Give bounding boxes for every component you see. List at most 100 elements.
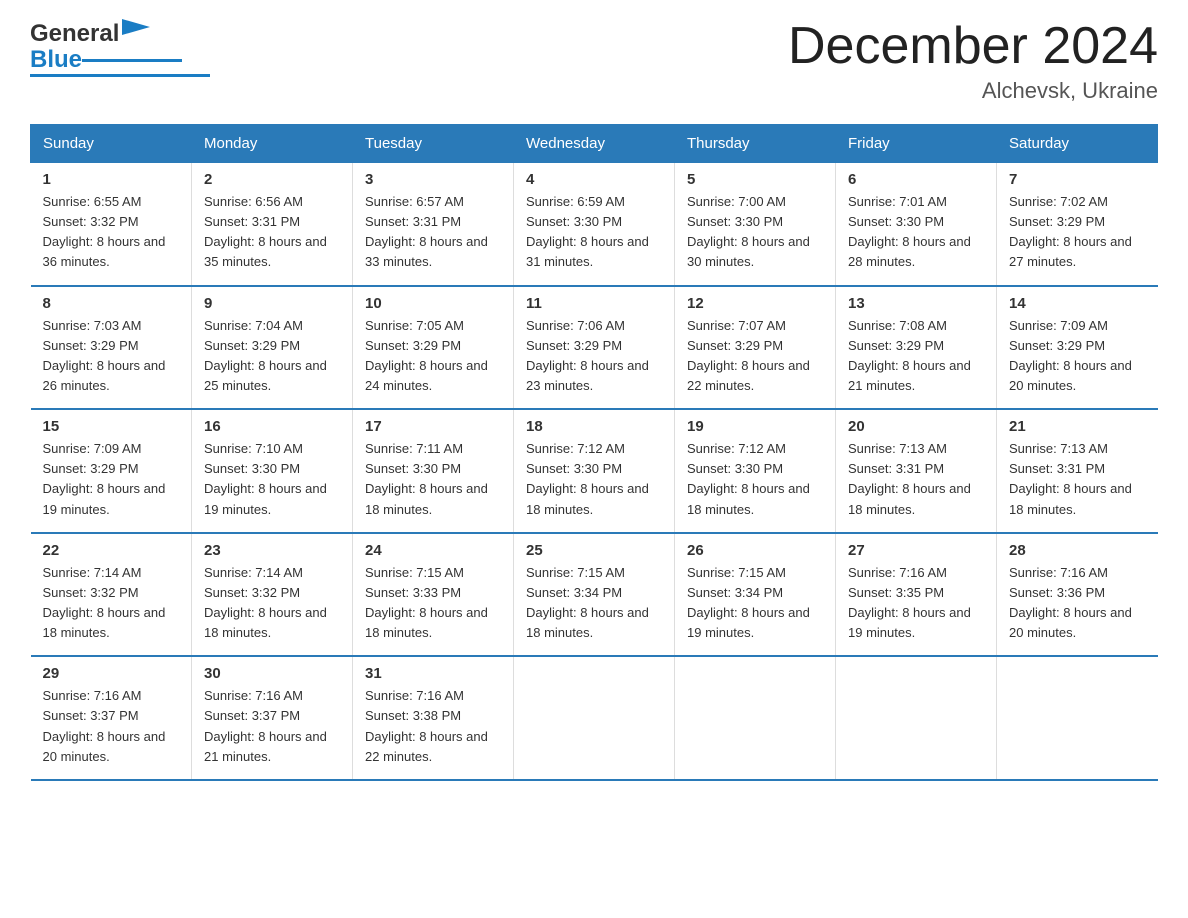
calendar-day-cell: 18 Sunrise: 7:12 AMSunset: 3:30 PMDayligh… (514, 409, 675, 533)
calendar-day-cell: 22 Sunrise: 7:14 AMSunset: 3:32 PMDayligh… (31, 533, 192, 657)
day-info: Sunrise: 7:16 AMSunset: 3:36 PMDaylight:… (1009, 563, 1146, 644)
day-number: 26 (687, 542, 823, 559)
calendar-day-cell: 1 Sunrise: 6:55 AMSunset: 3:32 PMDaylight… (31, 163, 192, 286)
calendar-day-cell: 23 Sunrise: 7:14 AMSunset: 3:32 PMDayligh… (192, 533, 353, 657)
calendar-day-cell (514, 656, 675, 780)
day-info: Sunrise: 6:56 AMSunset: 3:31 PMDaylight:… (204, 192, 340, 273)
logo-blue-text: Blue (30, 46, 82, 74)
day-info: Sunrise: 7:06 AMSunset: 3:29 PMDaylight:… (526, 316, 662, 397)
calendar-day-cell: 28 Sunrise: 7:16 AMSunset: 3:36 PMDayligh… (997, 533, 1158, 657)
calendar-day-cell: 25 Sunrise: 7:15 AMSunset: 3:34 PMDayligh… (514, 533, 675, 657)
calendar-day-cell: 8Sunrise: 7:03 AMSunset: 3:29 PMDaylight… (31, 286, 192, 410)
calendar-day-cell: 14Sunrise: 7:09 AMSunset: 3:29 PMDayligh… (997, 286, 1158, 410)
day-of-week-header: Sunday (31, 125, 192, 163)
calendar-day-cell: 19 Sunrise: 7:12 AMSunset: 3:30 PMDayligh… (675, 409, 836, 533)
day-info: Sunrise: 7:12 AMSunset: 3:30 PMDaylight:… (526, 439, 662, 520)
day-of-week-header: Friday (836, 125, 997, 163)
calendar-day-cell: 24Sunrise: 7:15 AMSunset: 3:33 PMDayligh… (353, 533, 514, 657)
day-number: 3 (365, 171, 501, 188)
day-number: 23 (204, 542, 340, 559)
calendar-day-cell: 21Sunrise: 7:13 AMSunset: 3:31 PMDayligh… (997, 409, 1158, 533)
day-info: Sunrise: 7:00 AMSunset: 3:30 PMDaylight:… (687, 192, 823, 273)
day-number: 17 (365, 418, 501, 435)
day-info: Sunrise: 7:03 AMSunset: 3:29 PMDaylight:… (43, 316, 180, 397)
day-of-week-header: Thursday (675, 125, 836, 163)
day-info: Sunrise: 7:16 AMSunset: 3:37 PMDaylight:… (204, 686, 340, 767)
day-info: Sunrise: 7:16 AMSunset: 3:38 PMDaylight:… (365, 686, 501, 767)
calendar-day-cell: 13 Sunrise: 7:08 AMSunset: 3:29 PMDayligh… (836, 286, 997, 410)
calendar-day-cell: 30 Sunrise: 7:16 AMSunset: 3:37 PMDayligh… (192, 656, 353, 780)
day-info: Sunrise: 7:01 AMSunset: 3:30 PMDaylight:… (848, 192, 984, 273)
day-number: 22 (43, 542, 180, 559)
calendar-week-row: 15 Sunrise: 7:09 AMSunset: 3:29 PMDayligh… (31, 409, 1158, 533)
day-number: 20 (848, 418, 984, 435)
calendar-day-cell: 7 Sunrise: 7:02 AMSunset: 3:29 PMDaylight… (997, 163, 1158, 286)
day-of-week-header: Monday (192, 125, 353, 163)
day-number: 4 (526, 171, 662, 188)
month-title: December 2024 (788, 20, 1158, 72)
calendar-week-row: 22 Sunrise: 7:14 AMSunset: 3:32 PMDayligh… (31, 533, 1158, 657)
calendar-week-row: 8Sunrise: 7:03 AMSunset: 3:29 PMDaylight… (31, 286, 1158, 410)
day-info: Sunrise: 7:02 AMSunset: 3:29 PMDaylight:… (1009, 192, 1146, 273)
day-number: 25 (526, 542, 662, 559)
logo: General Blue (30, 20, 210, 77)
day-number: 2 (204, 171, 340, 188)
day-info: Sunrise: 7:16 AMSunset: 3:35 PMDaylight:… (848, 563, 984, 644)
day-info: Sunrise: 7:14 AMSunset: 3:32 PMDaylight:… (43, 563, 180, 644)
day-info: Sunrise: 7:14 AMSunset: 3:32 PMDaylight:… (204, 563, 340, 644)
day-info: Sunrise: 7:10 AMSunset: 3:30 PMDaylight:… (204, 439, 340, 520)
day-number: 30 (204, 665, 340, 682)
calendar-day-cell: 10Sunrise: 7:05 AMSunset: 3:29 PMDayligh… (353, 286, 514, 410)
day-number: 28 (1009, 542, 1146, 559)
day-info: Sunrise: 6:55 AMSunset: 3:32 PMDaylight:… (43, 192, 180, 273)
calendar-day-cell: 31 Sunrise: 7:16 AMSunset: 3:38 PMDayligh… (353, 656, 514, 780)
day-of-week-header: Saturday (997, 125, 1158, 163)
location-subtitle: Alchevsk, Ukraine (788, 78, 1158, 104)
day-info: Sunrise: 7:11 AMSunset: 3:30 PMDaylight:… (365, 439, 501, 520)
calendar-table: SundayMondayTuesdayWednesdayThursdayFrid… (30, 124, 1158, 781)
day-number: 29 (43, 665, 180, 682)
day-number: 16 (204, 418, 340, 435)
day-info: Sunrise: 6:57 AMSunset: 3:31 PMDaylight:… (365, 192, 501, 273)
day-number: 7 (1009, 171, 1146, 188)
day-number: 31 (365, 665, 501, 682)
day-number: 24 (365, 542, 501, 559)
day-info: Sunrise: 7:09 AMSunset: 3:29 PMDaylight:… (43, 439, 180, 520)
page-header: General Blue December 2024 Alchevsk, Ukr… (30, 20, 1158, 104)
day-info: Sunrise: 7:15 AMSunset: 3:34 PMDaylight:… (526, 563, 662, 644)
day-number: 27 (848, 542, 984, 559)
day-number: 1 (43, 171, 180, 188)
calendar-day-cell: 2 Sunrise: 6:56 AMSunset: 3:31 PMDaylight… (192, 163, 353, 286)
calendar-day-cell: 17 Sunrise: 7:11 AMSunset: 3:30 PMDayligh… (353, 409, 514, 533)
calendar-day-cell: 20 Sunrise: 7:13 AMSunset: 3:31 PMDayligh… (836, 409, 997, 533)
day-number: 15 (43, 418, 180, 435)
day-number: 13 (848, 295, 984, 312)
calendar-day-cell: 3 Sunrise: 6:57 AMSunset: 3:31 PMDaylight… (353, 163, 514, 286)
logo-general-text: General (30, 20, 119, 48)
day-number: 18 (526, 418, 662, 435)
day-info: Sunrise: 7:12 AMSunset: 3:30 PMDaylight:… (687, 439, 823, 520)
calendar-day-cell (997, 656, 1158, 780)
day-info: Sunrise: 7:05 AMSunset: 3:29 PMDaylight:… (365, 316, 501, 397)
calendar-day-cell: 12Sunrise: 7:07 AMSunset: 3:29 PMDayligh… (675, 286, 836, 410)
day-info: Sunrise: 7:04 AMSunset: 3:29 PMDaylight:… (204, 316, 340, 397)
day-info: Sunrise: 7:08 AMSunset: 3:29 PMDaylight:… (848, 316, 984, 397)
calendar-day-cell: 26 Sunrise: 7:15 AMSunset: 3:34 PMDayligh… (675, 533, 836, 657)
calendar-day-cell: 9 Sunrise: 7:04 AMSunset: 3:29 PMDaylight… (192, 286, 353, 410)
day-number: 11 (526, 295, 662, 312)
logo-flag-icon (122, 19, 150, 45)
calendar-day-cell: 6 Sunrise: 7:01 AMSunset: 3:30 PMDaylight… (836, 163, 997, 286)
day-info: Sunrise: 7:13 AMSunset: 3:31 PMDaylight:… (848, 439, 984, 520)
calendar-week-row: 1 Sunrise: 6:55 AMSunset: 3:32 PMDaylight… (31, 163, 1158, 286)
day-info: Sunrise: 7:16 AMSunset: 3:37 PMDaylight:… (43, 686, 180, 767)
calendar-day-cell (675, 656, 836, 780)
calendar-day-cell: 11 Sunrise: 7:06 AMSunset: 3:29 PMDayligh… (514, 286, 675, 410)
day-number: 19 (687, 418, 823, 435)
day-info: Sunrise: 7:15 AMSunset: 3:34 PMDaylight:… (687, 563, 823, 644)
calendar-day-cell: 5 Sunrise: 7:00 AMSunset: 3:30 PMDaylight… (675, 163, 836, 286)
day-info: Sunrise: 7:09 AMSunset: 3:29 PMDaylight:… (1009, 316, 1146, 397)
day-number: 9 (204, 295, 340, 312)
calendar-header-row: SundayMondayTuesdayWednesdayThursdayFrid… (31, 125, 1158, 163)
day-number: 5 (687, 171, 823, 188)
day-number: 6 (848, 171, 984, 188)
